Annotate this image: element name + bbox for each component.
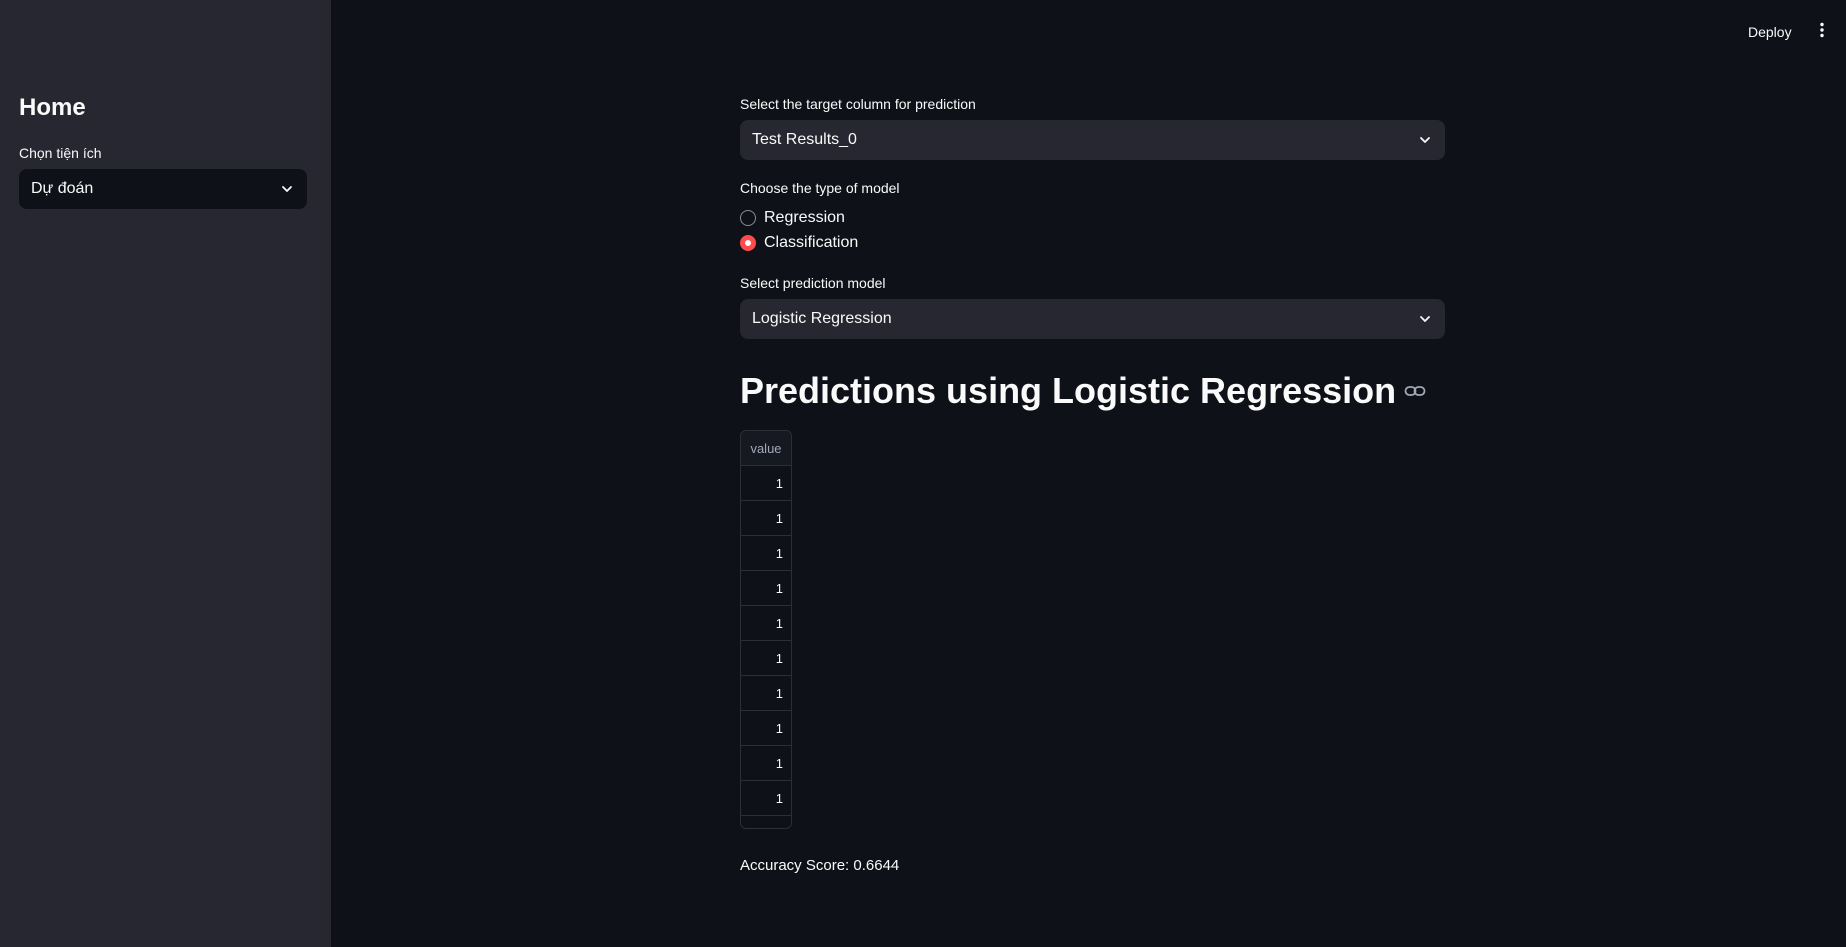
accuracy-score: Accuracy Score: 0.6644 bbox=[740, 857, 900, 874]
radio-unselected-icon bbox=[740, 210, 756, 226]
chevron-down-icon bbox=[1417, 311, 1433, 327]
utility-select-label: Chọn tiện ích bbox=[19, 145, 102, 161]
table-row: 1 bbox=[741, 781, 791, 816]
table-row: 1 bbox=[741, 711, 791, 746]
utility-select-value: Dự đoán bbox=[31, 180, 94, 197]
model-type-label: Choose the type of model bbox=[740, 180, 900, 196]
sidebar-title: Home bbox=[19, 94, 86, 121]
radio-classification-label: Classification bbox=[764, 234, 859, 251]
radio-selected-icon bbox=[740, 235, 756, 251]
prediction-model-value: Logistic Regression bbox=[752, 310, 892, 327]
table-row: 1 bbox=[741, 746, 791, 781]
app-root: Home Chọn tiện ích Dự đoán Deploy Select… bbox=[0, 0, 1846, 947]
predictions-table[interactable]: value 1111111111 bbox=[740, 430, 792, 829]
radio-regression-label: Regression bbox=[764, 209, 845, 226]
chevron-down-icon bbox=[1417, 132, 1433, 148]
table-row: 1 bbox=[741, 641, 791, 676]
chevron-down-icon bbox=[279, 181, 295, 197]
target-column-value: Test Results_0 bbox=[752, 131, 857, 148]
page-heading: Predictions using Logistic Regression bbox=[740, 370, 1426, 412]
table-row: 1 bbox=[741, 501, 791, 536]
utility-select[interactable]: Dự đoán bbox=[19, 169, 307, 209]
sidebar: Home Chọn tiện ích Dự đoán bbox=[0, 0, 331, 947]
link-icon[interactable] bbox=[1404, 384, 1426, 398]
deploy-button[interactable]: Deploy bbox=[1742, 20, 1798, 44]
table-body: 1111111111 bbox=[741, 466, 791, 816]
radio-regression[interactable]: Regression bbox=[740, 207, 845, 229]
table-row: 1 bbox=[741, 466, 791, 501]
table-row: 1 bbox=[741, 571, 791, 606]
table-row: 1 bbox=[741, 606, 791, 641]
vertical-ellipsis-icon bbox=[1819, 22, 1825, 43]
table-header-value[interactable]: value bbox=[741, 431, 791, 466]
target-column-select[interactable]: Test Results_0 bbox=[740, 120, 1445, 160]
table-row: 1 bbox=[741, 536, 791, 571]
table-row: 1 bbox=[741, 676, 791, 711]
page-heading-text: Predictions using Logistic Regression bbox=[740, 370, 1397, 411]
prediction-model-label: Select prediction model bbox=[740, 275, 886, 291]
radio-classification[interactable]: Classification bbox=[740, 232, 858, 254]
prediction-model-select[interactable]: Logistic Regression bbox=[740, 299, 1445, 339]
main-menu-button[interactable] bbox=[1812, 20, 1832, 44]
target-column-label: Select the target column for prediction bbox=[740, 96, 976, 112]
